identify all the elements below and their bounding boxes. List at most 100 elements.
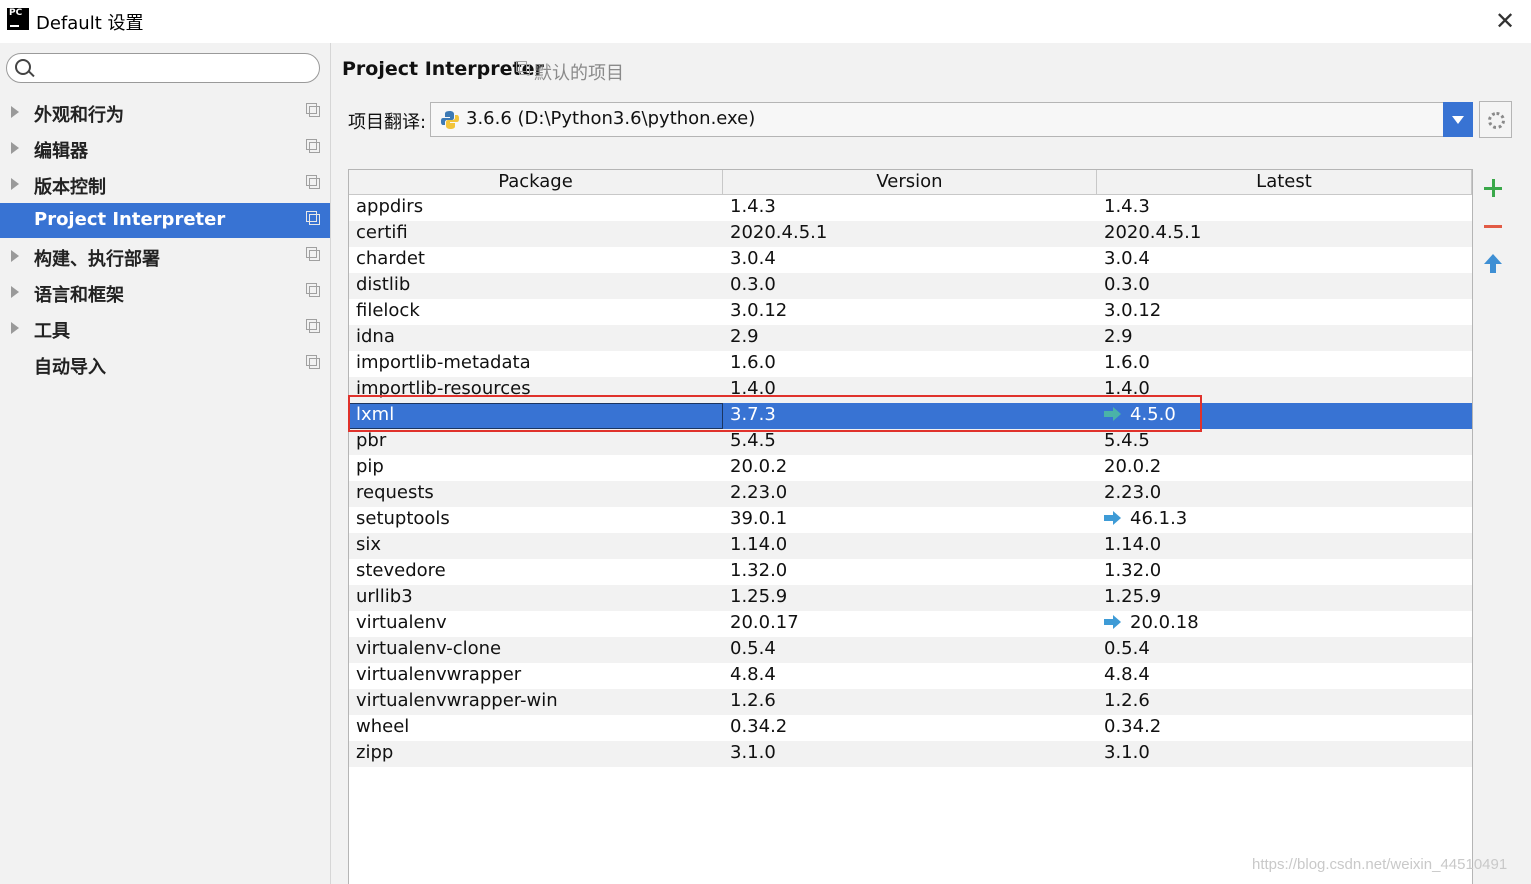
table-row[interactable]: chardet 3.0.4 3.0.4 [349,247,1472,273]
latest-version-cell: 46.1.3 [1104,508,1187,529]
latest-version-cell: 1.4.3 [1104,196,1150,217]
interpreter-value: 3.6.6 (D:\Python3.6\python.exe) [466,108,756,129]
chevron-right-icon[interactable] [11,142,19,154]
chevron-right-icon[interactable] [11,286,19,298]
sidebar-item[interactable]: 自动导入 [0,347,330,382]
column-header-latest[interactable]: Latest [1097,170,1472,194]
latest-version-text: 3.0.12 [1104,300,1162,321]
title-bar: PC Default 设置 ✕ [0,0,1531,43]
latest-version-text: 2020.4.5.1 [1104,222,1202,243]
latest-version-text: 1.25.9 [1104,586,1162,607]
package-name-cell: appdirs [356,196,424,217]
window-title: Default 设置 [36,13,144,34]
chevron-right-icon[interactable] [11,322,19,334]
interpreter-select[interactable]: 3.6.6 (D:\Python3.6\python.exe) [430,102,1473,137]
table-row[interactable]: virtualenv-clone 0.5.4 0.5.4 [349,637,1472,663]
version-cell: 4.8.4 [730,664,776,685]
pycharm-logo-icon: PC [7,8,29,30]
page-title: Project Interpreter [342,58,544,80]
chevron-down-icon [1452,116,1464,124]
latest-version-cell: 2020.4.5.1 [1104,222,1201,243]
table-row[interactable]: requests 2.23.0 2.23.0 [349,481,1472,507]
package-name-cell: importlib-resources [356,378,531,399]
latest-version-text: 5.4.5 [1104,430,1150,451]
sidebar-item-label: 外观和行为 [34,105,124,126]
table-row[interactable]: appdirs 1.4.3 1.4.3 [349,195,1472,221]
table-row[interactable]: six 1.14.0 1.14.0 [349,533,1472,559]
main-panel: Project Interpreter 默认的项目 项目翻译: 3.6.6 (D… [331,43,1531,884]
package-name-cell: filelock [356,300,420,321]
copy-icon [306,319,320,333]
package-name-cell: requests [356,482,434,503]
search-input[interactable] [39,57,313,81]
dropdown-button[interactable] [1443,102,1473,137]
latest-version-cell: 20.0.18 [1104,612,1199,633]
table-row[interactable]: filelock 3.0.12 3.0.12 [349,299,1472,325]
table-row[interactable]: importlib-metadata 1.6.0 1.6.0 [349,351,1472,377]
copy-icon [306,103,320,117]
sidebar-item[interactable]: 外观和行为 [0,95,330,130]
interpreter-settings-button[interactable] [1479,101,1512,138]
table-row[interactable]: pip 20.0.2 20.0.2 [349,455,1472,481]
latest-version-text: 4.5.0 [1130,404,1176,425]
package-name-cell: certifi [356,222,408,243]
plus-icon[interactable] [1483,178,1503,198]
sidebar-item[interactable]: Project Interpreter [0,203,330,238]
table-row[interactable]: distlib 0.3.0 0.3.0 [349,273,1472,299]
package-name-cell: pip [356,456,384,477]
sidebar-item[interactable]: 语言和框架 [0,275,330,310]
package-name-cell: chardet [356,248,425,269]
latest-version-cell: 0.3.0 [1104,274,1150,295]
version-cell: 39.0.1 [730,508,788,529]
chevron-right-icon[interactable] [11,106,19,118]
version-cell: 20.0.2 [730,456,788,477]
latest-version-text: 3.1.0 [1104,742,1150,763]
version-cell: 3.0.12 [730,300,788,321]
version-cell: 0.3.0 [730,274,776,295]
sidebar-item[interactable]: 版本控制 [0,167,330,202]
column-header-version[interactable]: Version [723,170,1097,194]
upgrade-available-icon [1104,407,1121,421]
minus-icon[interactable] [1483,216,1503,236]
sidebar-item[interactable]: 工具 [0,311,330,346]
table-row[interactable]: zipp 3.1.0 3.1.0 [349,741,1472,767]
table-row[interactable]: pbr 5.4.5 5.4.5 [349,429,1472,455]
latest-version-text: 1.4.3 [1104,196,1150,217]
copy-icon [306,139,320,153]
table-row[interactable]: virtualenvwrapper 4.8.4 4.8.4 [349,663,1472,689]
table-row[interactable]: virtualenvwrapper-win 1.2.6 1.2.6 [349,689,1472,715]
table-row[interactable]: urllib3 1.25.9 1.25.9 [349,585,1472,611]
search-icon [15,59,31,75]
table-row[interactable]: wheel 0.34.2 0.34.2 [349,715,1472,741]
latest-version-cell: 4.5.0 [1104,404,1176,425]
chevron-right-icon[interactable] [11,250,19,262]
sidebar-item[interactable]: 编辑器 [0,131,330,166]
latest-version-cell: 1.32.0 [1104,560,1161,581]
table-row[interactable]: virtualenv 20.0.17 20.0.18 [349,611,1472,637]
package-name-cell: lxml [356,404,395,425]
copy-icon [306,283,320,297]
copy-icon [516,61,530,75]
latest-version-text: 1.2.6 [1104,690,1150,711]
table-row[interactable]: setuptools 39.0.1 46.1.3 [349,507,1472,533]
table-row[interactable]: importlib-resources 1.4.0 1.4.0 [349,377,1472,403]
column-header-package[interactable]: Package [349,170,723,194]
chevron-right-icon[interactable] [11,178,19,190]
gear-icon [1488,112,1505,129]
table-row[interactable]: certifi 2020.4.5.1 2020.4.5.1 [349,221,1472,247]
package-name-cell: virtualenvwrapper-win [356,690,558,711]
package-table: Package Version Latest appdirs 1.4.3 1.4.3… [348,169,1473,884]
version-cell: 2.9 [730,326,759,347]
version-cell: 1.4.3 [730,196,776,217]
latest-version-text: 0.3.0 [1104,274,1150,295]
upgrade-available-icon [1104,511,1121,525]
package-name-cell: wheel [356,716,410,737]
latest-version-text: 20.0.2 [1104,456,1162,477]
upgrade-arrow-icon[interactable] [1483,254,1503,276]
search-box[interactable] [6,53,320,83]
table-row[interactable]: idna 2.9 2.9 [349,325,1472,351]
table-row[interactable]: stevedore 1.32.0 1.32.0 [349,559,1472,585]
close-button[interactable]: ✕ [1491,7,1519,35]
sidebar-item[interactable]: 构建、执行部署 [0,239,330,274]
table-row[interactable]: lxml 3.7.3 4.5.0 [349,403,1472,429]
